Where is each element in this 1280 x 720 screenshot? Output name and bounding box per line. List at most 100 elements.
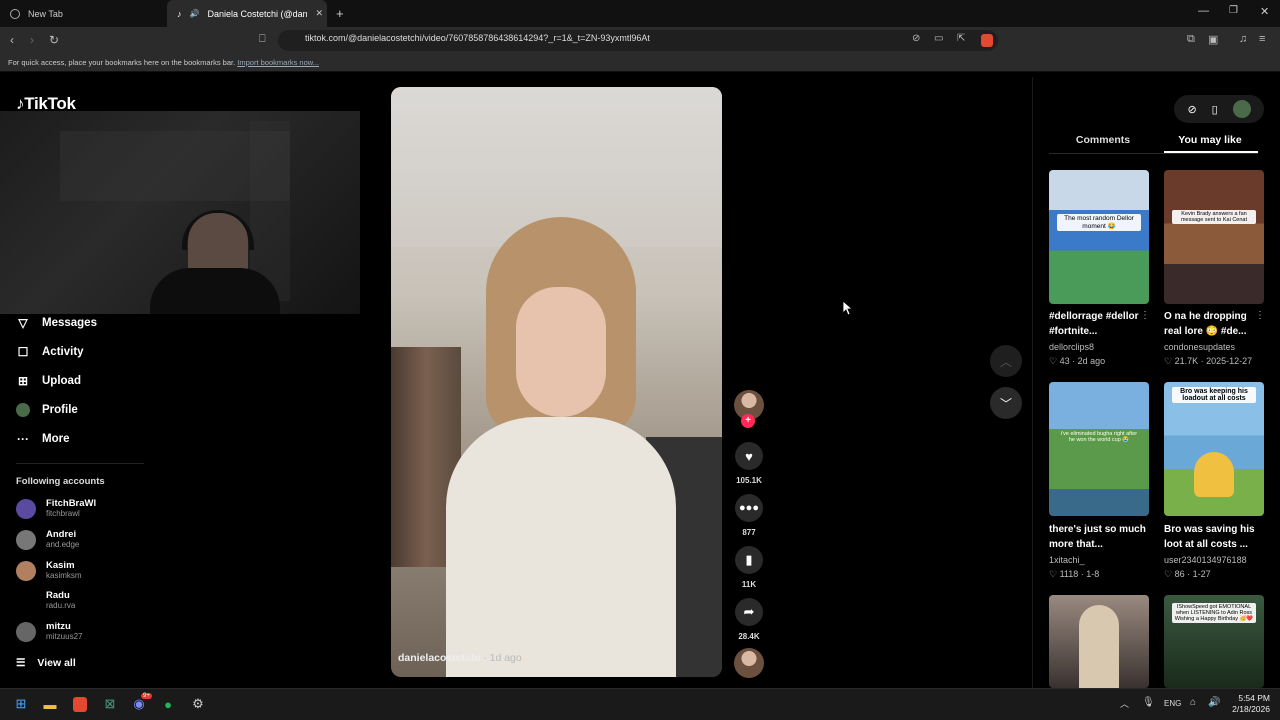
sidebar-item-activity[interactable]: ☐ Activity bbox=[16, 345, 84, 359]
previous-video-button[interactable]: ︿ bbox=[990, 345, 1022, 377]
comment-button[interactable]: ●●● bbox=[735, 494, 763, 522]
chevron-up-tray-icon[interactable]: ︿ bbox=[1120, 697, 1129, 710]
terminal-app-icon[interactable]: ⊠ bbox=[100, 694, 120, 714]
tab-tiktok[interactable]: ♪ 🔊 Daniela Costetchi (@daniela ✕ bbox=[167, 0, 327, 27]
account-handle: radu.rva bbox=[46, 601, 76, 610]
sidebar-icon[interactable]: ▣ bbox=[1208, 33, 1218, 46]
recommended-video-thumbnail[interactable]: IShowSpeed got EMOTIONAL when LISTENING … bbox=[1164, 595, 1264, 688]
menu-icon[interactable]: ≡ bbox=[1259, 33, 1265, 45]
account-handle: mitzuus27 bbox=[46, 632, 83, 641]
restore-icon[interactable]: ❐ bbox=[1229, 5, 1238, 16]
minimize-icon[interactable]: — bbox=[1198, 5, 1209, 17]
share-button[interactable]: ➦ bbox=[735, 598, 763, 626]
language-indicator[interactable]: ENG bbox=[1164, 699, 1181, 708]
back-icon[interactable]: ‹ bbox=[10, 33, 14, 47]
close-window-icon[interactable]: ✕ bbox=[1260, 5, 1269, 18]
microphone-icon[interactable]: 🎙 bbox=[1142, 697, 1155, 708]
bookmarks-hint: For quick access, place your bookmarks h… bbox=[8, 58, 236, 67]
url-text[interactable]: tiktok.com/@danielacostetchi/video/76078… bbox=[305, 33, 650, 43]
video-user[interactable]: dellorclips8 bbox=[1049, 342, 1094, 352]
extensions-icon[interactable]: ⧉ bbox=[1187, 33, 1195, 46]
view-all-button[interactable]: ☰ View all bbox=[16, 657, 76, 669]
speaker-icon[interactable]: 🔊 bbox=[190, 9, 200, 18]
new-tab-plus-icon[interactable]: + bbox=[336, 6, 344, 21]
recommended-video-thumbnail[interactable]: i've eliminated bugha right after he won… bbox=[1049, 382, 1149, 516]
account-name: Radu bbox=[46, 590, 70, 601]
following-account[interactable]: Kasim kasimksm bbox=[16, 561, 82, 581]
sidebar-item-messages[interactable]: ▽ Messages bbox=[16, 316, 97, 330]
sidebar-item-upload[interactable]: ⊞ Upload bbox=[16, 374, 81, 388]
system-clock[interactable]: 5:54 PM 2/18/2026 bbox=[1230, 693, 1270, 715]
video-author[interactable]: danielacostetchi · 1d ago bbox=[398, 652, 522, 664]
following-account[interactable]: Andrei and.edge bbox=[16, 530, 79, 550]
recommended-video-thumbnail[interactable]: Kevin Brady answers a fan message sent t… bbox=[1164, 170, 1264, 304]
share-icon[interactable]: ⇱ bbox=[957, 33, 965, 44]
video-user[interactable]: user2340134976188 bbox=[1164, 555, 1247, 565]
video-caption[interactable]: there's just so much more that... bbox=[1049, 522, 1149, 552]
spotify-icon[interactable]: ● bbox=[158, 694, 178, 714]
sidebar-item-label: Upload bbox=[42, 375, 81, 387]
following-accounts-title: Following accounts bbox=[16, 476, 105, 487]
compass-icon[interactable]: ⊘ bbox=[1187, 103, 1196, 116]
like-count: 43 bbox=[1059, 356, 1070, 366]
author-name[interactable]: danielacostetchi bbox=[398, 652, 480, 664]
video-date: 1-27 bbox=[1192, 569, 1211, 579]
forward-icon[interactable]: › bbox=[30, 33, 34, 47]
tab-comments[interactable]: Comments bbox=[1049, 134, 1157, 146]
recommended-video-thumbnail[interactable]: Bro was keeping his loadout at all costs bbox=[1164, 382, 1264, 516]
cast-icon[interactable]: ▭ bbox=[934, 33, 943, 44]
video-caption[interactable]: O na he dropping real lore 😳 #de... bbox=[1164, 309, 1264, 339]
bookmark-icon[interactable]: ⎕ bbox=[259, 33, 266, 46]
more-options-icon[interactable]: ⋮ bbox=[1140, 310, 1150, 321]
sidebar-item-profile[interactable]: Profile bbox=[16, 403, 78, 417]
file-explorer-icon[interactable]: ▬ bbox=[40, 694, 60, 714]
sound-avatar[interactable] bbox=[734, 648, 764, 678]
list-icon: ☰ bbox=[16, 657, 26, 669]
volume-icon[interactable]: 🔊 bbox=[1208, 697, 1220, 708]
mute-icon[interactable]: ⊘ bbox=[912, 33, 920, 44]
following-account[interactable]: Radu radu.rva bbox=[16, 591, 75, 611]
thumbnail-caption: i've eliminated bugha right after he won… bbox=[1060, 431, 1138, 443]
follow-plus-icon[interactable]: + bbox=[741, 414, 755, 428]
brave-browser-icon[interactable] bbox=[70, 694, 90, 714]
device-icon[interactable]: ▯ bbox=[1212, 103, 1218, 116]
windows-start-icon[interactable]: ⊞ bbox=[11, 694, 31, 714]
recommended-video-thumbnail[interactable] bbox=[1049, 595, 1149, 688]
clock-time: 5:54 PM bbox=[1238, 693, 1270, 703]
tab-you-may-like[interactable]: You may like bbox=[1156, 134, 1264, 146]
tab-new-tab[interactable]: New Tab bbox=[0, 0, 165, 27]
thumbnail-caption: Bro was keeping his loadout at all costs bbox=[1172, 387, 1256, 403]
like-count: 21.7K bbox=[1174, 356, 1199, 366]
video-caption[interactable]: #dellorrage #dellor #fortnite... bbox=[1049, 309, 1149, 339]
video-user[interactable]: 1xitachi_ bbox=[1049, 555, 1085, 565]
heart-icon: ♥ bbox=[745, 448, 753, 464]
recommended-video-thumbnail[interactable]: The most random Dellor moment 😂 bbox=[1049, 170, 1149, 304]
like-button[interactable]: ♥ bbox=[735, 442, 763, 470]
following-account[interactable]: mitzu mitzuus27 bbox=[16, 622, 82, 642]
tiktok-favicon-icon: ♪ bbox=[177, 8, 182, 19]
following-account[interactable]: FitchBraWl fitchbrawl bbox=[16, 499, 96, 519]
save-button[interactable]: ▮ bbox=[735, 546, 763, 574]
thumbnail-character bbox=[1194, 452, 1234, 497]
profile-avatar-icon[interactable] bbox=[1232, 100, 1251, 118]
video-caption[interactable]: Bro was saving his loot at all costs ... bbox=[1164, 522, 1264, 552]
avatar bbox=[16, 499, 36, 519]
avatar bbox=[16, 591, 36, 611]
video-meta: ♡ 21.7K · 2025-12-27 bbox=[1164, 356, 1253, 366]
video-player[interactable] bbox=[391, 87, 722, 677]
network-icon[interactable]: ⌂ bbox=[1190, 697, 1196, 708]
brave-shield-icon[interactable] bbox=[981, 34, 993, 47]
sidebar-item-more[interactable]: ··· More bbox=[16, 432, 69, 446]
import-bookmarks-link[interactable]: Import bookmarks now... bbox=[237, 58, 319, 67]
sidebar-item-label: Activity bbox=[42, 346, 84, 358]
media-icon[interactable]: ♫ bbox=[1239, 33, 1247, 45]
reload-icon[interactable]: ↻ bbox=[49, 33, 59, 47]
next-video-button[interactable]: ﹀ bbox=[990, 387, 1022, 419]
tab-label: New Tab bbox=[28, 8, 63, 19]
more-options-icon[interactable]: ⋮ bbox=[1255, 310, 1265, 321]
video-user[interactable]: condonesupdates bbox=[1164, 342, 1235, 352]
close-tab-icon[interactable]: ✕ bbox=[315, 8, 323, 19]
video-date: 1-8 bbox=[1086, 569, 1100, 579]
sidebar-item-label: Profile bbox=[42, 404, 78, 416]
settings-gear-icon[interactable]: ⚙ bbox=[188, 694, 208, 714]
